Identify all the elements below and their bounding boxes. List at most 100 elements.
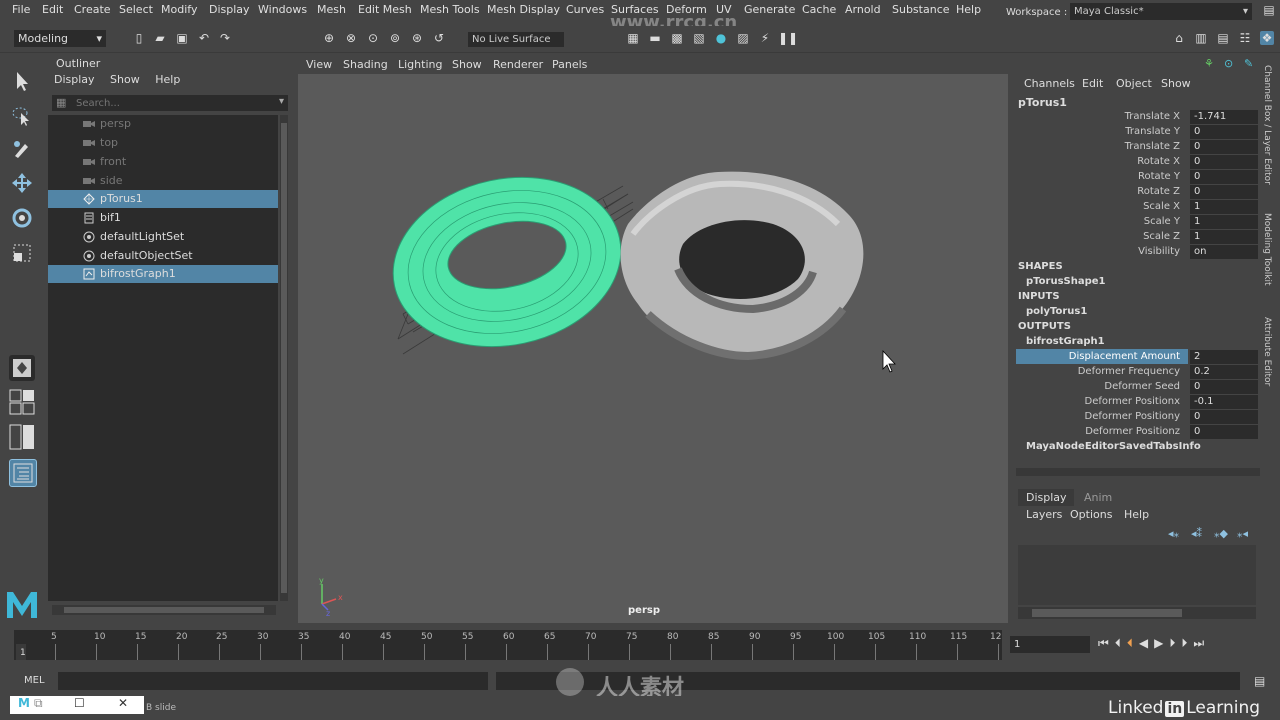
menu-mesh[interactable]: Mesh [317, 3, 346, 16]
channel-value[interactable]: -1.741 [1190, 110, 1258, 124]
lasso-tool-icon[interactable] [9, 103, 35, 129]
redo-icon[interactable]: ↷ [218, 31, 232, 45]
open-scene-icon[interactable]: ▰ [153, 31, 167, 45]
workspace-dropdown[interactable]: Maya Classic* ▾ [1070, 3, 1252, 20]
cb-object-name[interactable]: pTorus1 [1018, 96, 1067, 109]
render-globals-icon[interactable]: ▨ [736, 31, 750, 45]
menu-select[interactable]: Select [119, 3, 153, 16]
attr-value[interactable]: 0 [1190, 410, 1258, 424]
menu-set-dropdown[interactable]: Modeling ▾ [14, 30, 106, 47]
move-tool-icon[interactable] [9, 170, 35, 196]
outliner-menu-display[interactable]: Display [54, 73, 95, 86]
new-layer-selected-icon[interactable]: ⁎◂ [1237, 527, 1248, 540]
outliner-item-ptorus1[interactable]: pTorus1 [48, 190, 278, 208]
channel-value[interactable]: 0 [1190, 140, 1258, 154]
node-editor-icon[interactable]: ⚘ [1204, 57, 1214, 70]
viewport-menu-panels[interactable]: Panels [552, 58, 587, 71]
go-to-end-icon[interactable]: ⏭ [1193, 636, 1210, 650]
paint-select-tool-icon[interactable] [9, 136, 35, 162]
render-current-icon[interactable]: ▬ [648, 31, 662, 45]
channel-value[interactable]: 0 [1190, 155, 1258, 169]
menu-generate[interactable]: Generate [744, 3, 795, 16]
live-surface-field[interactable]: No Live Surface [468, 32, 564, 47]
extra-node[interactable]: MayaNodeEditorSavedTabsInfo [1026, 441, 1201, 452]
menu-curves[interactable]: Curves [566, 3, 604, 16]
outliner-item-side[interactable]: side [48, 172, 278, 190]
tool-settings-toggle-icon[interactable]: ☷ [1238, 31, 1252, 45]
panel-splitter[interactable] [1016, 468, 1260, 476]
cb-menu-edit[interactable]: Edit [1082, 77, 1103, 90]
layers-menu-layers[interactable]: Layers [1026, 508, 1062, 521]
outliner-horizontal-scrollbar[interactable] [52, 605, 276, 615]
viewport-menu-lighting[interactable]: Lighting [398, 58, 442, 71]
menu-mesh-tools[interactable]: Mesh Tools [420, 3, 480, 16]
attribute-editor-icon[interactable]: ▤ [1216, 31, 1230, 45]
outliner-item-defaultlightset[interactable]: defaultLightSet [48, 228, 278, 246]
tab-channel-box-layer-editor[interactable]: Channel Box / Layer Editor [1262, 65, 1272, 185]
layers-menu-help[interactable]: Help [1124, 508, 1149, 521]
channel-translate-y[interactable]: Translate Y 0 [1012, 125, 1258, 140]
tab-modeling-toolkit[interactable]: Modeling Toolkit [1262, 213, 1272, 286]
new-scene-icon[interactable]: ▯ [132, 31, 146, 45]
menu-mesh-display[interactable]: Mesh Display [487, 3, 560, 16]
go-to-start-icon[interactable]: ⏮ [1098, 636, 1115, 650]
viewport-canvas[interactable]: y z x [298, 74, 1008, 623]
viewport-menu-show[interactable]: Show [452, 58, 482, 71]
snap-grid-icon[interactable]: ⊕ [322, 31, 336, 45]
play-backward-icon[interactable]: ◀ [1139, 636, 1154, 650]
restore-icon[interactable]: ⧉ [34, 696, 43, 711]
viewport-menu-renderer[interactable]: Renderer [493, 58, 543, 71]
menu-windows[interactable]: Windows [258, 3, 307, 16]
step-back-frame-icon[interactable]: ⏴ [1127, 636, 1139, 650]
script-language-toggle[interactable]: MEL [24, 675, 45, 686]
move-layer-up-icon[interactable]: ◂⁎ [1168, 527, 1179, 540]
current-frame-field[interactable]: 1 [1010, 636, 1090, 653]
outliner-layout-icon[interactable] [9, 459, 37, 487]
move-layer-down-icon[interactable]: ◂⁑ [1191, 527, 1202, 540]
edit-icon[interactable]: ✎ [1244, 57, 1253, 70]
menu-file[interactable]: File [12, 3, 30, 16]
outliner-item-persp[interactable]: persp [48, 115, 278, 133]
outliner-menu-show[interactable]: Show [110, 73, 140, 86]
save-scene-icon[interactable]: ▣ [175, 31, 189, 45]
search-options-icon[interactable]: ▦ [56, 96, 66, 109]
scale-tool-icon[interactable] [9, 240, 35, 266]
outliner-search-input[interactable] [76, 95, 266, 111]
layers-menu-options[interactable]: Options [1070, 508, 1112, 521]
new-layer-icon[interactable]: ⁎◆ [1214, 527, 1228, 540]
render-settings-icon[interactable]: ▧ [692, 31, 706, 45]
channel-value[interactable]: 0 [1190, 185, 1258, 199]
channel-scale-z[interactable]: Scale Z 1 [1012, 230, 1258, 245]
channel-value[interactable]: 1 [1190, 215, 1258, 229]
hypershade-icon[interactable]: ● [714, 31, 728, 45]
channel-rotate-z[interactable]: Rotate Z 0 [1012, 185, 1258, 200]
attr-value[interactable]: 0 [1190, 425, 1258, 439]
scrollbar-thumb[interactable] [64, 607, 264, 613]
attr-value[interactable]: 0.2 [1190, 365, 1258, 379]
search-icon[interactable]: ⊙ [1224, 57, 1233, 70]
outliner-item-top[interactable]: top [48, 134, 278, 152]
scrollbar-thumb[interactable] [281, 123, 287, 593]
channel-rotate-y[interactable]: Rotate Y 0 [1012, 170, 1258, 185]
viewport-menu-view[interactable]: View [306, 58, 332, 71]
menu-substance[interactable]: Substance [892, 3, 950, 16]
channel-value[interactable]: 1 [1190, 230, 1258, 244]
channel-value[interactable]: 0 [1190, 170, 1258, 184]
modeling-toolkit-icon[interactable]: ▥ [1194, 31, 1208, 45]
attr-displacement-amount[interactable]: Displacement Amount 2 [1012, 350, 1258, 365]
viewport-menu-shading[interactable]: Shading [343, 58, 388, 71]
close-icon[interactable]: ✕ [118, 696, 128, 710]
maximize-icon[interactable]: ☐ [74, 696, 85, 710]
channel-value[interactable]: 0 [1190, 125, 1258, 139]
menu-edit-mesh[interactable]: Edit Mesh [358, 3, 412, 16]
ipr-render-icon[interactable]: ▩ [670, 31, 684, 45]
outliner-item-defaultobjectset[interactable]: defaultObjectSet [48, 247, 278, 265]
viewport-panel[interactable]: View Shading Lighting Show Renderer Pane… [298, 55, 1008, 623]
snap-plane-icon[interactable]: ↺ [432, 31, 446, 45]
outliner-item-front[interactable]: front [48, 153, 278, 171]
cb-menu-show[interactable]: Show [1161, 77, 1191, 90]
snap-point-icon[interactable]: ⊙ [366, 31, 380, 45]
menu-display[interactable]: Display [209, 3, 250, 16]
shape-node[interactable]: pTorusShape1 [1026, 276, 1106, 287]
render-view-icon[interactable]: ▦ [626, 31, 640, 45]
